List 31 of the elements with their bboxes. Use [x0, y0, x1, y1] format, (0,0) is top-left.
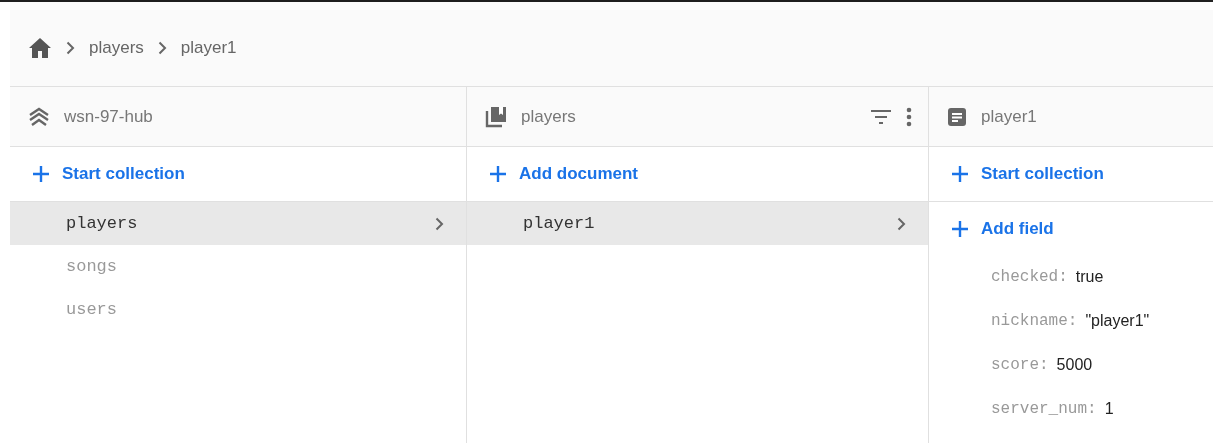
filter-button[interactable]: [870, 108, 892, 125]
plus-icon: [489, 165, 507, 183]
more-button[interactable]: [906, 106, 912, 127]
panel-title: player1: [981, 106, 1038, 127]
document-icon: [947, 106, 967, 127]
list-item[interactable]: users: [10, 288, 466, 331]
panel-title: players: [521, 106, 577, 127]
breadcrumb-link[interactable]: player1: [180, 38, 237, 58]
chevron-right-icon: [66, 41, 75, 55]
list-item[interactable]: songs: [10, 245, 466, 288]
field-key: nickname:: [991, 312, 1078, 330]
field-value: 1: [1104, 400, 1114, 418]
chevron-right-icon: [435, 216, 444, 231]
plus-icon: [951, 165, 969, 183]
list-item[interactable]: player1: [467, 202, 928, 245]
panel-title: wsn-97-hub: [64, 106, 154, 127]
chevron-right-icon: [897, 216, 906, 231]
chevron-right-icon: [157, 41, 167, 55]
field-key: server_num:: [991, 400, 1097, 418]
field-value: true: [1075, 268, 1104, 286]
home-button[interactable]: [28, 37, 52, 59]
list-item[interactable]: players: [10, 202, 466, 245]
breadcrumb-link[interactable]: players: [89, 38, 144, 58]
collection-icon: [485, 105, 507, 128]
field-value: "player1": [1085, 312, 1150, 330]
field-value: 5000: [1056, 356, 1093, 374]
plus-icon: [951, 219, 969, 238]
field-key: score:: [991, 356, 1049, 374]
plus-icon: [32, 165, 50, 183]
field-key: checked:: [991, 268, 1068, 286]
stacked-chevrons-icon: [28, 106, 50, 127]
